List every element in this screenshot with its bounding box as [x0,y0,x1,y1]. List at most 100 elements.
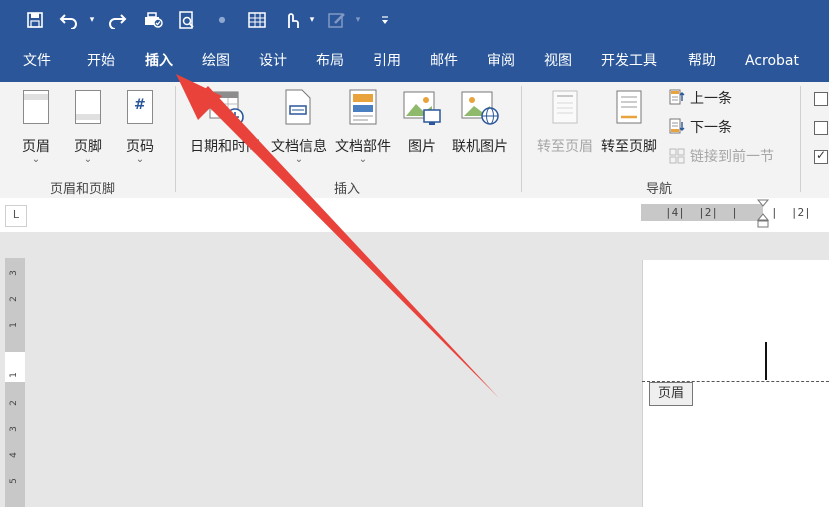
text-cursor [765,342,767,380]
pen-dropdown-icon[interactable]: ▾ [352,9,364,31]
option-checkbox[interactable] [814,121,828,135]
go-to-header-icon [552,90,578,124]
search-document-icon[interactable] [176,9,198,31]
ruler-bar: L |4| |2| | | |2| [0,198,829,232]
customize-icon[interactable] [378,9,392,31]
chevron-down-icon: ⌄ [135,154,145,165]
tab-developer[interactable]: 开发工具 [601,42,657,82]
next-button[interactable]: 下一条 [668,117,778,137]
date-time-button[interactable]: 日期和时间 [188,88,262,168]
chevron-down-icon: ⌄ [31,154,41,165]
quick-parts-icon [349,89,377,125]
tab-references[interactable]: 引用 [373,42,401,82]
pictures-button[interactable]: 图片 [400,88,444,168]
pictures-label: 图片 [408,139,436,155]
print-preview-icon[interactable] [142,9,164,31]
undo-icon[interactable] [58,9,80,31]
previous-button[interactable]: 上一条 [668,88,778,108]
link-icon [669,148,685,164]
group-label-insert: 插入 [334,182,361,197]
header-button[interactable]: 页眉 ⌄ [14,88,58,168]
quick-parts-button[interactable]: 文档部件 ⌄ [332,88,394,168]
online-picture-icon [461,91,499,125]
tab-insert[interactable]: 插入 [145,42,173,82]
chevron-down-icon: ⌄ [358,154,368,165]
tab-review[interactable]: 审阅 [487,42,515,82]
header-region-tag: 页眉 [649,382,693,406]
go-to-footer-icon [616,90,642,124]
tab-stop-glyph: L [12,208,20,221]
touch-dropdown-icon[interactable]: ▾ [306,9,318,31]
quick-parts-label: 文档部件 [335,139,391,155]
pen-icon[interactable] [326,9,348,31]
tab-home[interactable]: 开始 [87,42,115,82]
ruler-number: 1 [8,372,19,378]
ruler-number: 3 [8,426,19,432]
picture-icon [403,91,441,125]
ruler-number: 2 [8,400,19,406]
date-time-label: 日期和时间 [190,139,260,155]
document-info-label: 文档信息 [271,139,327,155]
tab-view[interactable]: 视图 [544,42,572,82]
save-icon[interactable] [24,9,46,31]
ruler-number: 3 [8,270,19,276]
indent-marker-icon[interactable] [756,198,770,232]
tab-acrobat[interactable]: Acrobat [745,42,799,82]
separator-dot-icon: ● [218,15,226,24]
ruler-number: 2 [8,296,19,302]
table-icon[interactable] [246,9,268,31]
checkmark-icon: ✓ [816,148,827,162]
document-info-button[interactable]: 文档信息 ⌄ [268,88,330,168]
tab-mailings[interactable]: 邮件 [430,42,458,82]
option-checkbox[interactable] [814,92,828,106]
calendar-clock-icon [209,91,244,126]
touch-icon[interactable] [280,9,302,31]
horizontal-ruler[interactable]: |4| |2| | | |2| [641,199,829,228]
group-label-header-footer: 页眉和页脚 [50,182,116,197]
header-label: 页眉 [22,139,50,155]
go-to-footer-button[interactable]: 转至页脚 [598,88,660,168]
online-pictures-label: 联机图片 [452,139,508,155]
tab-draw[interactable]: 绘图 [202,42,230,82]
document-info-icon [285,89,311,125]
undo-dropdown-icon[interactable]: ▾ [86,9,98,31]
previous-label: 上一条 [690,91,732,107]
ruler-number: 1 [8,322,19,328]
next-icon [669,118,685,134]
tab-design[interactable]: 设计 [259,42,287,82]
page-number-button[interactable]: # 页码 ⌄ [118,88,162,168]
tab-help[interactable]: 帮助 [688,42,716,82]
previous-icon [669,89,685,105]
link-to-previous-label: 链接到前一节 [690,149,774,165]
group-label-navigation: 导航 [646,182,673,197]
quick-access-toolbar: ▾ ● ▾ ▾ [0,0,829,42]
next-label: 下一条 [690,120,732,136]
tab-layout[interactable]: 布局 [316,42,344,82]
ribbon-panel: 页眉 ⌄ 页脚 ⌄ # 页码 ⌄ 页眉和页脚 日期和时间 文档信息 ⌄ 文档部件… [0,82,829,199]
ruler-number: 5 [8,478,19,484]
option-checkbox-checked[interactable]: ✓ [814,148,828,164]
footer-icon [75,90,101,124]
chevron-down-icon: ⌄ [294,154,304,165]
link-to-previous-button[interactable]: 链接到前一节 [668,146,788,166]
go-to-footer-label: 转至页脚 [601,139,657,155]
group-divider [800,86,801,192]
group-divider [521,86,522,192]
page-number-glyph: # [134,97,146,113]
ruler-ticks: |4| |2| | | |2| [665,206,811,219]
header-icon [23,90,49,124]
chevron-down-icon: ⌄ [83,154,93,165]
tab-file[interactable]: 文件 [23,42,51,82]
redo-icon[interactable] [106,9,128,31]
page-number-label: 页码 [126,139,154,155]
page-number-icon: # [127,90,153,124]
go-to-header-label: 转至页眉 [537,139,593,155]
online-pictures-button[interactable]: 联机图片 [449,88,511,168]
footer-label: 页脚 [74,139,102,155]
ribbon-tabs: 文件 开始 插入 绘图 设计 布局 引用 邮件 审阅 视图 开发工具 帮助 Ac… [0,42,829,82]
tab-selector-button[interactable]: L [5,205,27,227]
ruler-number: 4 [8,452,19,458]
footer-button[interactable]: 页脚 ⌄ [66,88,110,168]
go-to-header-button[interactable]: 转至页眉 [534,88,596,168]
vertical-ruler[interactable]: 3 2 1 1 2 3 4 5 [5,258,25,507]
